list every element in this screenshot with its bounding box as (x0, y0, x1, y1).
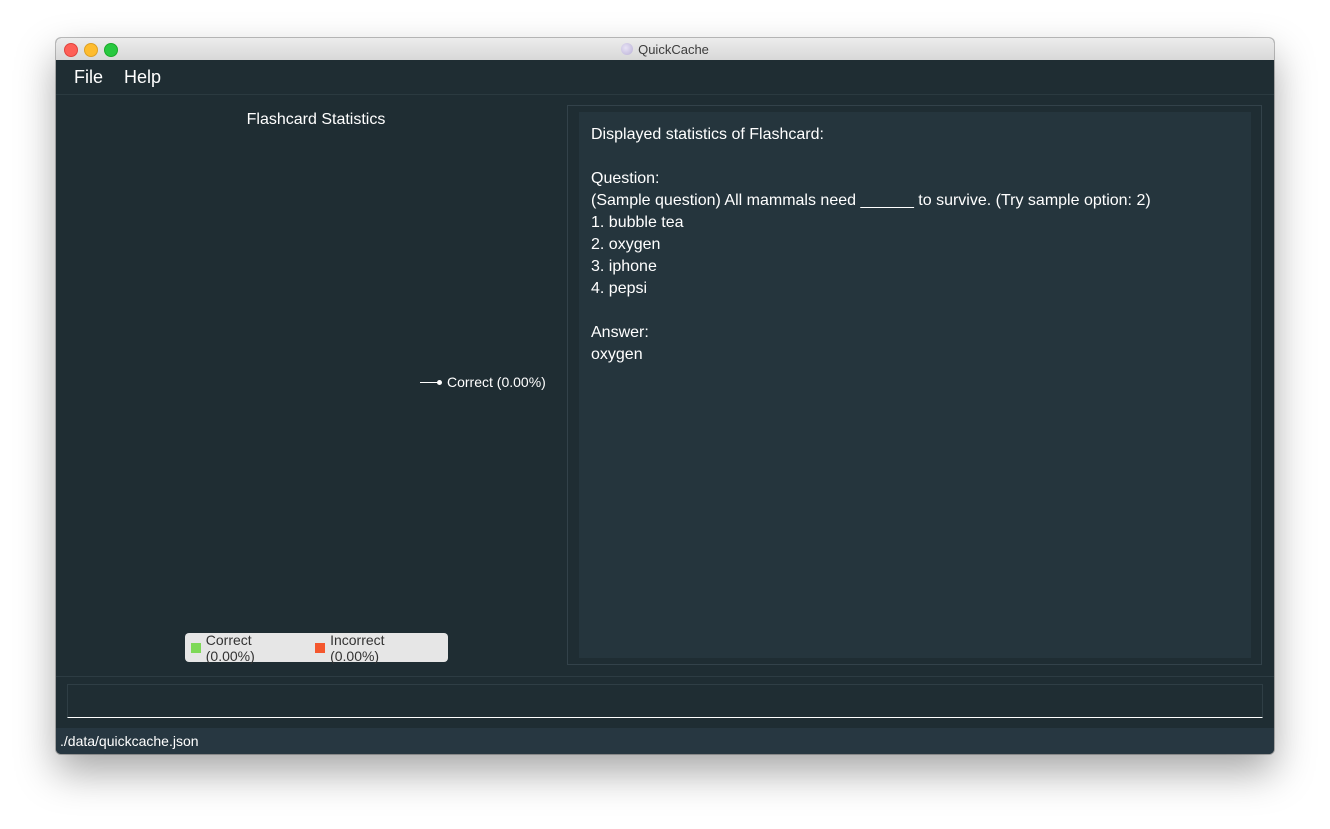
status-bar: ./data/quickcache.json (56, 728, 1274, 754)
divider (56, 676, 1274, 677)
statistics-panel: Flashcard Statistics Correct (0.00%) Cor… (56, 95, 566, 675)
command-input[interactable] (68, 685, 1262, 717)
window-title-area: QuickCache (56, 38, 1274, 60)
app-icon (621, 43, 634, 55)
pie-label-leader-line (420, 382, 438, 383)
option-item: 2. oxygen (591, 236, 661, 253)
question-label: Question: (591, 170, 660, 187)
window-title: QuickCache (638, 41, 709, 57)
legend-label-incorrect: Incorrect (0.00%) (330, 631, 385, 664)
chart-legend: Correct (0.00%) Incorrect (0.00%) (185, 631, 448, 664)
save-location-path: ./data/quickcache.json (60, 733, 199, 749)
app-window: QuickCache File Help Flashcard Statistic… (56, 38, 1274, 754)
statistics-title: Flashcard Statistics (246, 111, 386, 128)
legend-swatch-correct (191, 642, 201, 653)
option-item: 1. bubble tea (591, 214, 684, 231)
legend-swatch-incorrect (315, 642, 326, 653)
legend-label-correct: Correct (0.00%) (205, 631, 255, 664)
answer-label: Answer: (591, 324, 649, 341)
flashcard-display-panel: Displayed statistics of Flashcard: Quest… (567, 105, 1262, 665)
pie-slice-label: Correct (0.00%) (447, 374, 546, 390)
option-item: 3. iphone (591, 258, 657, 275)
flashcard-display-area[interactable]: Displayed statistics of Flashcard: Quest… (579, 112, 1251, 658)
flashcard-heading: Displayed statistics of Flashcard: (591, 126, 824, 143)
menu-file[interactable]: File (74, 67, 103, 88)
pie-label-dot (437, 380, 442, 385)
menu-help[interactable]: Help (124, 67, 161, 88)
menu-bar: File Help (56, 60, 1274, 95)
question-text: (Sample question) All mammals need _____… (591, 192, 1151, 209)
title-bar: QuickCache (56, 38, 1274, 61)
option-item: 4. pepsi (591, 280, 648, 297)
command-box (67, 684, 1263, 718)
answer-text: oxygen (591, 346, 643, 363)
